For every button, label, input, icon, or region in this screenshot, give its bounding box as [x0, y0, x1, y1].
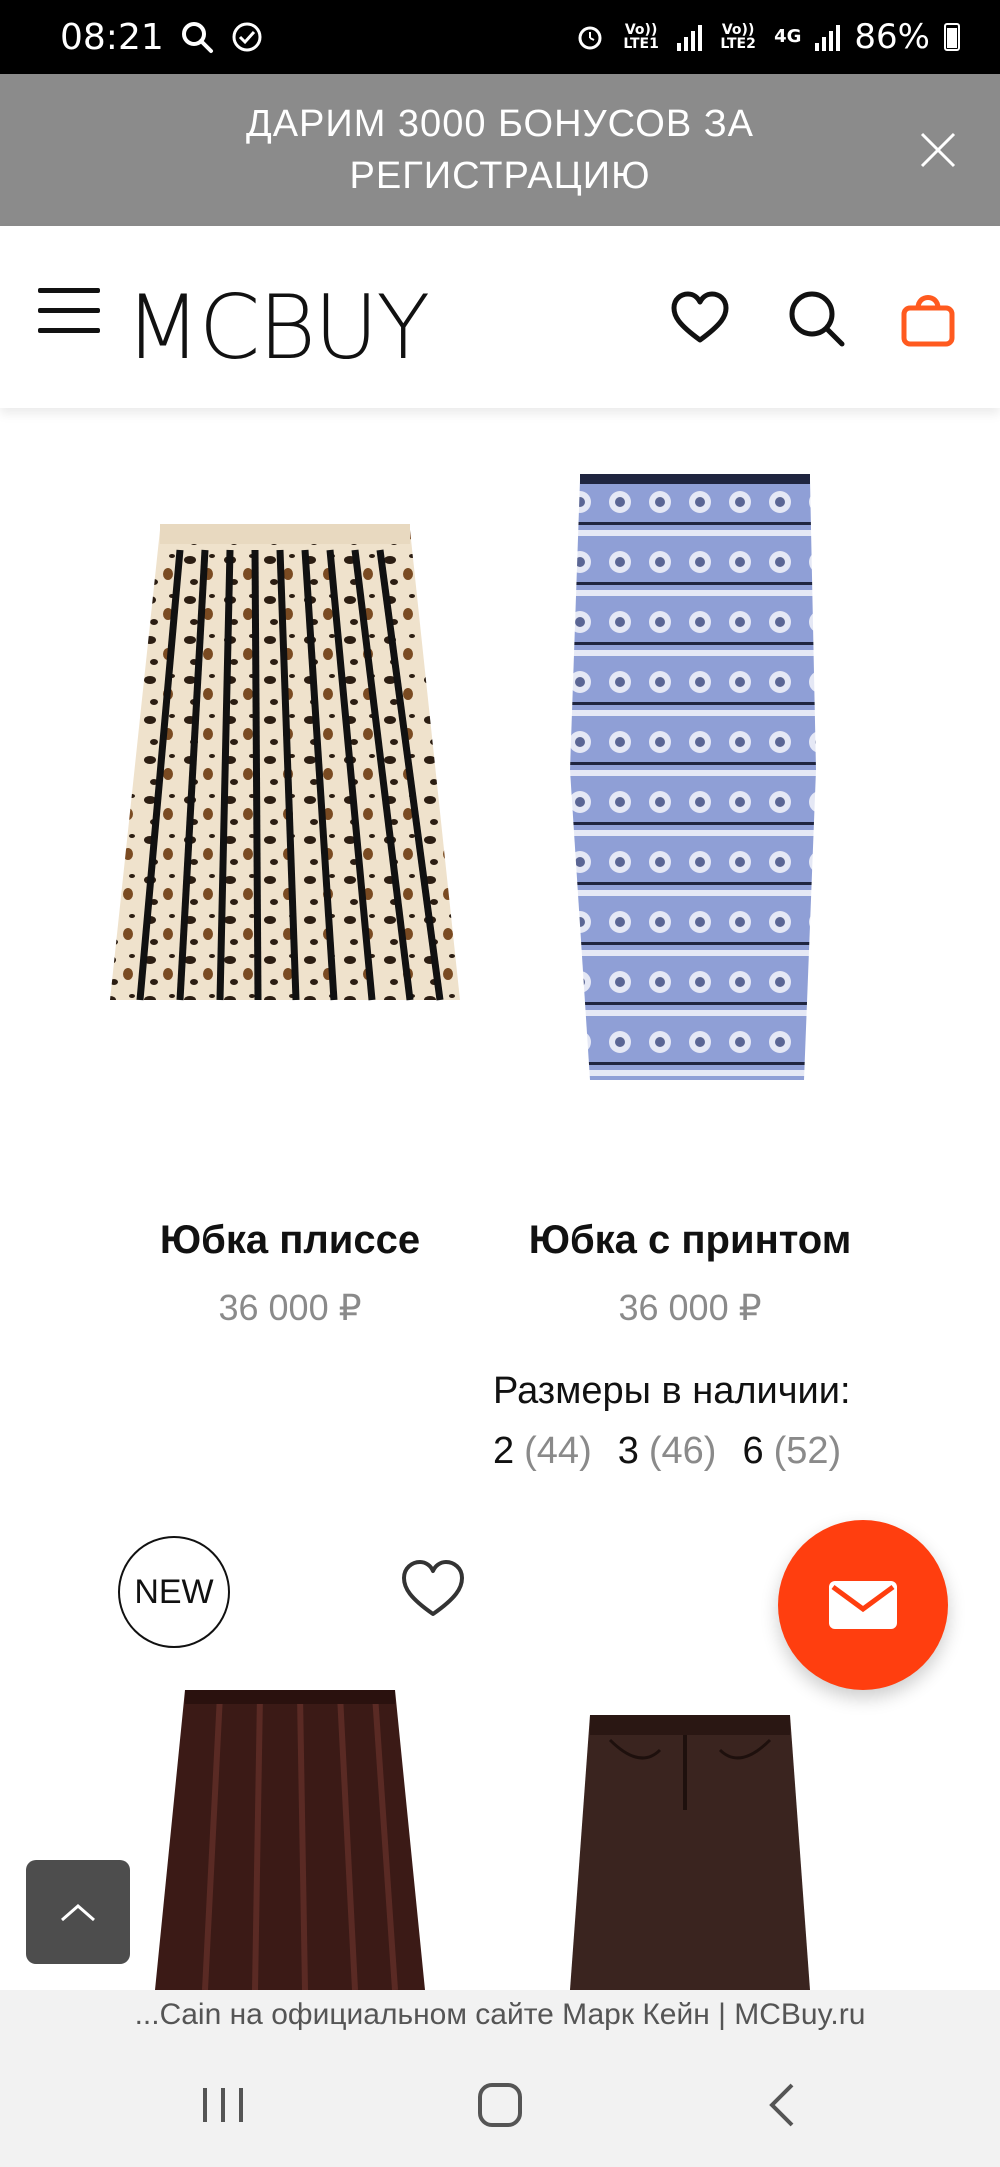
alarm-icon — [578, 26, 602, 50]
site-header: MCBUY — [0, 226, 1000, 408]
battery-percent: 86% — [854, 17, 930, 57]
back-icon[interactable] — [752, 2080, 812, 2130]
signal-bars-2 — [815, 23, 841, 51]
status-time: 08:21 — [60, 16, 164, 58]
search-icon[interactable] — [784, 286, 848, 350]
sizes-list: 2 (44) 3 (46) 6 (52) — [493, 1430, 841, 1473]
status-bar: 08:21 Vo)) LTE1 Vo)) LTE2 4G 86% — [0, 0, 1000, 74]
site-logo[interactable]: MCBUY — [125, 276, 430, 379]
product-image-print-skirt[interactable] — [560, 470, 830, 1090]
size-option[interactable]: 2 (44) — [493, 1430, 592, 1473]
product-price: 36 000 ₽ — [218, 1287, 362, 1328]
signal-bars-1 — [677, 23, 703, 51]
home-icon[interactable] — [470, 2080, 530, 2130]
favorite-heart-icon[interactable] — [398, 1556, 468, 1620]
battery-icon — [944, 23, 960, 51]
scroll-to-top-button[interactable] — [26, 1860, 130, 1964]
check-circle-icon — [232, 22, 262, 52]
message-fab-button[interactable] — [778, 1520, 948, 1690]
product-image-leather-pencil-skirt[interactable] — [550, 1710, 830, 1990]
menu-icon[interactable] — [38, 288, 100, 336]
page-title-bar: ...Cain на официальном сайте Марк Кейн |… — [0, 1990, 1000, 2040]
chevron-up-icon — [61, 1904, 95, 1922]
search-icon — [181, 22, 213, 53]
mail-icon — [829, 1581, 897, 1629]
promo-text: ДАРИМ 3000 БОНУСОВ ЗА РЕГИСТРАЦИЮ — [245, 103, 755, 197]
lte2-label: Vo)) LTE2 — [720, 22, 756, 52]
product-name[interactable]: Юбка с принтом — [490, 1218, 890, 1263]
product-name[interactable]: Юбка плиссе — [100, 1218, 480, 1263]
system-nav-bar — [0, 2040, 1000, 2167]
product-image-leather-skirt[interactable] — [150, 1685, 430, 1990]
bag-icon[interactable] — [896, 286, 960, 350]
lte1-label: Vo)) LTE1 — [623, 22, 659, 52]
recent-apps-icon[interactable] — [193, 2080, 253, 2130]
size-option[interactable]: 3 (46) — [618, 1430, 717, 1473]
product-image-pleated-skirt[interactable] — [100, 510, 480, 1030]
product-price: 36 000 ₽ — [618, 1287, 762, 1328]
close-icon[interactable] — [916, 128, 960, 172]
new-badge: NEW — [118, 1536, 230, 1648]
network-type: 4G — [774, 26, 802, 47]
heart-icon[interactable] — [668, 286, 732, 350]
size-option[interactable]: 6 (52) — [742, 1430, 841, 1473]
sizes-title: Размеры в наличии: — [493, 1370, 851, 1412]
promo-banner: ДАРИМ 3000 БОНУСОВ ЗА РЕГИСТРАЦИЮ — [0, 74, 1000, 226]
